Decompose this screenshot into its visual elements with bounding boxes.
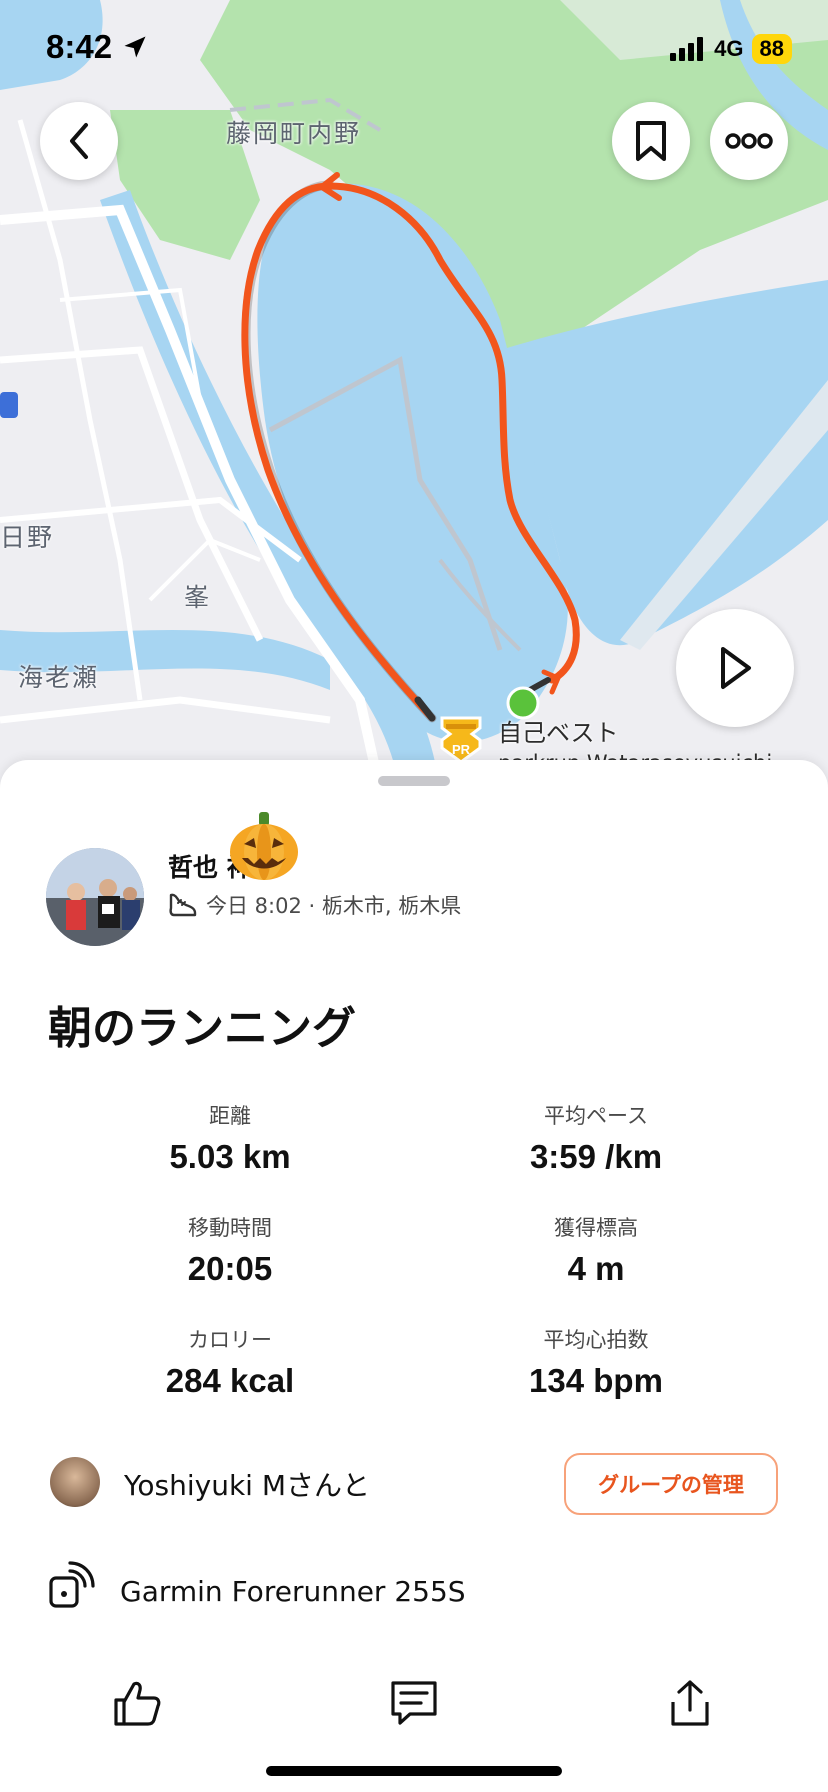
group-member-avatar[interactable] bbox=[50, 1457, 100, 1507]
bookmark-button[interactable] bbox=[612, 102, 690, 180]
more-button[interactable] bbox=[710, 102, 788, 180]
shoe-icon bbox=[169, 893, 197, 917]
group-members-text[interactable]: Yoshiyuki Mさんと bbox=[124, 1464, 370, 1504]
activity-title: 朝のランニング bbox=[48, 1003, 356, 1054]
place-label-fujioka: 藤岡町内野 bbox=[226, 119, 362, 148]
signal-icon bbox=[670, 37, 704, 61]
bookmark-icon bbox=[636, 121, 666, 161]
more-icon bbox=[725, 133, 773, 149]
place-label-hino: 日野 bbox=[0, 523, 55, 552]
avatar-photo bbox=[46, 848, 144, 946]
stat-value: 5.03 km bbox=[169, 1138, 291, 1175]
activity-meta: 今日 8:02 · 栃木市, 栃木県 bbox=[168, 890, 461, 920]
stat-label: 平均心拍数 bbox=[543, 1328, 649, 1352]
athlete-avatar[interactable] bbox=[46, 848, 144, 946]
stat-label: 平均ペース bbox=[544, 1104, 648, 1128]
activity-details-sheet[interactable]: 哲也 神 今日 8:02 · 栃木市, 栃木県 朝のランニング 距離 5.03 … bbox=[0, 760, 828, 1792]
device-name: Garmin Forerunner 255S bbox=[120, 1575, 466, 1608]
stat-label: カロリー bbox=[188, 1328, 272, 1352]
stat-elevation-gain: 獲得標高 4 m bbox=[446, 1212, 746, 1288]
pr-badge-icon[interactable]: PR bbox=[436, 714, 486, 764]
status-time: 8:42 bbox=[46, 28, 149, 66]
stat-value: 134 bpm bbox=[529, 1362, 663, 1399]
back-button[interactable] bbox=[40, 102, 118, 180]
stat-value: 284 kcal bbox=[165, 1362, 295, 1399]
share-icon[interactable] bbox=[664, 1678, 716, 1728]
stat-label: 獲得標高 bbox=[554, 1216, 638, 1240]
stat-moving-time: 移動時間 20:05 bbox=[80, 1212, 380, 1288]
play-icon bbox=[721, 647, 751, 689]
device-icon bbox=[49, 1561, 95, 1608]
play-flyover-button[interactable] bbox=[676, 609, 794, 727]
activity-timestamp: 今日 8:02 · 栃木市, 栃木県 bbox=[206, 894, 462, 918]
back-icon bbox=[70, 123, 88, 159]
stat-avg-pace: 平均ペース 3:59 /km bbox=[446, 1100, 746, 1176]
place-label-mine: 峯 bbox=[184, 583, 212, 612]
status-indicators: 4G 88 bbox=[670, 34, 792, 64]
battery-icon: 88 bbox=[751, 34, 792, 64]
pr-badge-text: PR bbox=[452, 742, 471, 757]
pr-label-title: 自己ベスト bbox=[498, 719, 619, 747]
start-marker bbox=[506, 686, 540, 720]
comment-icon[interactable] bbox=[388, 1678, 440, 1728]
like-icon[interactable] bbox=[112, 1678, 164, 1728]
pumpkin-badge-icon bbox=[230, 812, 298, 880]
stat-avg-heart-rate: 平均心拍数 134 bpm bbox=[446, 1324, 746, 1400]
stat-distance: 距離 5.03 km bbox=[80, 1100, 380, 1176]
status-time-text: 8:42 bbox=[46, 28, 113, 65]
stat-value: 20:05 bbox=[187, 1250, 273, 1287]
stat-calories: カロリー 284 kcal bbox=[80, 1324, 380, 1400]
stat-value: 3:59 /km bbox=[529, 1138, 663, 1175]
network-label: 4G bbox=[714, 36, 744, 61]
sheet-grabber[interactable] bbox=[378, 776, 450, 786]
place-label-ebise: 海老瀬 bbox=[18, 663, 100, 692]
location-arrow-icon bbox=[124, 36, 146, 58]
home-indicator[interactable] bbox=[266, 1766, 562, 1776]
stat-label: 移動時間 bbox=[188, 1216, 272, 1240]
manage-group-button[interactable]: グループの管理 bbox=[564, 1453, 778, 1515]
activity-screen: 藤岡町内野 日野 峯 海老瀬 PR 自己ベスト parkrun Watarase… bbox=[0, 0, 828, 1792]
stat-value: 4 m bbox=[567, 1250, 625, 1287]
route-map[interactable]: 藤岡町内野 日野 峯 海老瀬 PR 自己ベスト parkrun Watarase… bbox=[0, 0, 828, 790]
stat-label: 距離 bbox=[209, 1104, 251, 1128]
